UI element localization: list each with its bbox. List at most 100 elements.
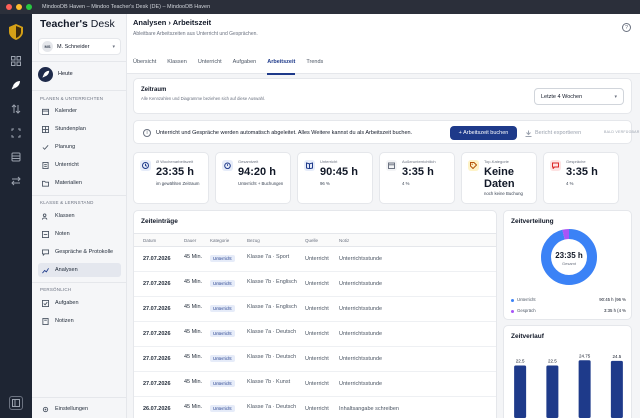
sidebar-item-stundenplan[interactable]: Stundenplan bbox=[38, 122, 121, 136]
bar-value-label: 22.5 bbox=[516, 359, 525, 364]
kpi-subtext: 4 % bbox=[402, 181, 410, 186]
database-icon[interactable] bbox=[9, 150, 23, 164]
close-window-button[interactable] bbox=[6, 4, 12, 10]
entries-title: Zeiteinträge bbox=[141, 218, 178, 225]
download-icon bbox=[525, 130, 532, 137]
sidebar-item-label: Klassen bbox=[55, 213, 75, 219]
tab-trends[interactable]: Trends bbox=[306, 50, 323, 74]
bar[interactable] bbox=[610, 360, 623, 418]
cell-source: Unterricht bbox=[305, 331, 329, 337]
column-header[interactable]: Quelle bbox=[305, 238, 318, 243]
chat-icon bbox=[41, 248, 49, 256]
transfer-icon[interactable] bbox=[9, 174, 23, 188]
sidebar-item-einstellungen[interactable]: Einstellungen bbox=[38, 402, 121, 416]
kpi-card: Gespräche 3:35 h 4 % bbox=[543, 152, 619, 204]
column-header[interactable]: Kategorie bbox=[210, 238, 229, 243]
range-description: Alle Kennzahlen und Diagramme beziehen s… bbox=[141, 96, 266, 101]
user-name: M. Schneider bbox=[57, 43, 90, 50]
cell-note: Unterrichtsstunde bbox=[339, 381, 383, 387]
sidebar-item-aufgaben[interactable]: Aufgaben bbox=[38, 296, 121, 310]
column-header[interactable]: Bezug bbox=[247, 238, 260, 243]
help-icon[interactable]: ? bbox=[622, 23, 631, 32]
section-heading: KLASSE & LERNSTAND bbox=[40, 200, 94, 205]
sidebar-item-planung[interactable]: Planung bbox=[38, 140, 121, 154]
tab-uebersicht[interactable]: Übersicht bbox=[133, 50, 156, 74]
kpi-subtext: 4 % bbox=[566, 181, 574, 186]
window-controls bbox=[6, 4, 32, 10]
tab-klassen[interactable]: Klassen bbox=[167, 50, 187, 74]
kpi-label: Ø Wochenarbeitszeit bbox=[156, 159, 194, 164]
clock-icon bbox=[140, 160, 151, 171]
minimize-window-button[interactable] bbox=[16, 4, 22, 10]
sidebar-item-notizen[interactable]: Notizen bbox=[38, 314, 121, 328]
dashboard-icon[interactable] bbox=[9, 54, 23, 68]
sidebar-item-klassen[interactable]: Klassen bbox=[38, 209, 121, 223]
table-row[interactable]: 27.07.2026 45 Min. Unterricht Klasse 7b · E… bbox=[134, 272, 496, 297]
page-subtitle: Ableitbare Arbeitszeiten aus Unterricht … bbox=[133, 31, 258, 37]
bar[interactable] bbox=[546, 365, 559, 418]
bar[interactable] bbox=[578, 360, 591, 418]
sidebar-item-materialien[interactable]: Materialien bbox=[38, 176, 121, 190]
cell-date: 27.07.2026 bbox=[143, 381, 171, 387]
layout-toggle-icon[interactable] bbox=[9, 396, 23, 410]
app-brand: Teacher's Desk bbox=[40, 18, 115, 30]
kpi-card: Ø Wochenarbeitszeit 23:35 h im gewählten Z… bbox=[133, 152, 209, 204]
sidebar-item-label: Heute bbox=[58, 71, 73, 77]
calendar-icon bbox=[386, 160, 397, 171]
cell-duration: 45 Min. bbox=[184, 329, 203, 335]
table-row[interactable]: 27.07.2026 45 Min. Unterricht Klasse 7a · D… bbox=[134, 322, 496, 347]
sidebar-item-unterricht[interactable]: Unterricht bbox=[38, 158, 121, 172]
sidebar-item-home[interactable]: Heute bbox=[38, 66, 73, 82]
time-entries-card: Zeiteinträge Datum Dauer Kategorie Bezug… bbox=[133, 210, 497, 418]
section-heading: PERSÖNLICH bbox=[40, 287, 72, 292]
table-row[interactable]: 27.07.2026 45 Min. Unterricht Klasse 7a · S… bbox=[134, 247, 496, 272]
table-row[interactable]: 27.07.2026 45 Min. Unterricht Klasse 7b · K… bbox=[134, 372, 496, 397]
table-row[interactable]: 27.07.2026 45 Min. Unterricht Klasse 7b · D… bbox=[134, 347, 496, 372]
cell-duration: 45 Min. bbox=[184, 304, 203, 310]
sidebar-item-label: Planung bbox=[55, 144, 76, 150]
cell-reference: Klasse 7b · Kunst bbox=[247, 379, 291, 385]
sidebar-item-noten[interactable]: Noten bbox=[38, 227, 121, 241]
table-row[interactable]: 27.07.2026 45 Min. Unterricht Klasse 7a · E… bbox=[134, 297, 496, 322]
chart-icon bbox=[41, 266, 49, 274]
tab-unterricht[interactable]: Unterricht bbox=[198, 50, 222, 74]
cell-reference: Klasse 7a · Englisch bbox=[247, 304, 297, 310]
bar[interactable] bbox=[514, 365, 527, 418]
sync-icon[interactable] bbox=[9, 102, 23, 116]
tab-bar: Übersicht Klassen Unterricht Aufgaben Ar… bbox=[133, 50, 323, 75]
cell-date: 27.07.2026 bbox=[143, 256, 171, 262]
range-select[interactable]: Letzte 4 Wochen ▾ bbox=[534, 88, 624, 105]
table-row[interactable]: 26.07.2026 45 Min. Unterricht Klasse 7a · D… bbox=[134, 397, 496, 418]
book-time-button[interactable]: + Arbeitszeit buchen bbox=[450, 126, 517, 140]
cell-note: Unterrichtsstunde bbox=[339, 331, 383, 337]
kpi-subtext: Unterricht + Buchungen bbox=[238, 181, 284, 186]
category-badge: Unterricht bbox=[210, 380, 235, 387]
cell-reference: Klasse 7a · Deutsch bbox=[247, 329, 297, 335]
tab-arbeitszeit[interactable]: Arbeitszeit bbox=[267, 50, 296, 75]
sidebar-item-gespraeche[interactable]: Gespräche & Protokolle bbox=[38, 245, 121, 259]
column-header[interactable]: Notiz bbox=[339, 238, 349, 243]
tab-aufgaben[interactable]: Aufgaben bbox=[233, 50, 257, 74]
sidebar-item-label: Noten bbox=[55, 231, 70, 237]
cell-note: Unterrichtsstunde bbox=[339, 281, 383, 287]
column-header[interactable]: Dauer bbox=[184, 238, 196, 243]
user-switcher[interactable]: MS M. Schneider ▾ bbox=[38, 38, 121, 55]
note-icon bbox=[41, 317, 49, 325]
cell-duration: 45 Min. bbox=[184, 379, 203, 385]
kpi-value: 3:35 h bbox=[402, 166, 434, 178]
trend-bar-chart: 22.526. Juni22.507. Juli24.7513. Juli24.… bbox=[514, 353, 623, 418]
cell-date: 27.07.2026 bbox=[143, 281, 171, 287]
app-logo-icon bbox=[9, 24, 23, 40]
column-header[interactable]: Datum bbox=[143, 238, 156, 243]
cell-reference: Klasse 7b · Englisch bbox=[247, 279, 297, 285]
kpi-subtext: im gewählten Zeitraum bbox=[156, 181, 200, 186]
sidebar-item-label: Kalender bbox=[55, 108, 78, 114]
sidebar-item-kalender[interactable]: Kalender bbox=[38, 104, 121, 118]
chevron-down-icon: ▾ bbox=[614, 93, 617, 100]
cell-duration: 45 Min. bbox=[184, 279, 203, 285]
sidebar-item-analysen[interactable]: Analysen bbox=[38, 263, 121, 277]
rocket-icon[interactable] bbox=[9, 78, 23, 92]
scan-icon[interactable] bbox=[9, 126, 23, 140]
donut-center-value: 23:35 h bbox=[555, 251, 583, 260]
maximize-window-button[interactable] bbox=[26, 4, 32, 10]
